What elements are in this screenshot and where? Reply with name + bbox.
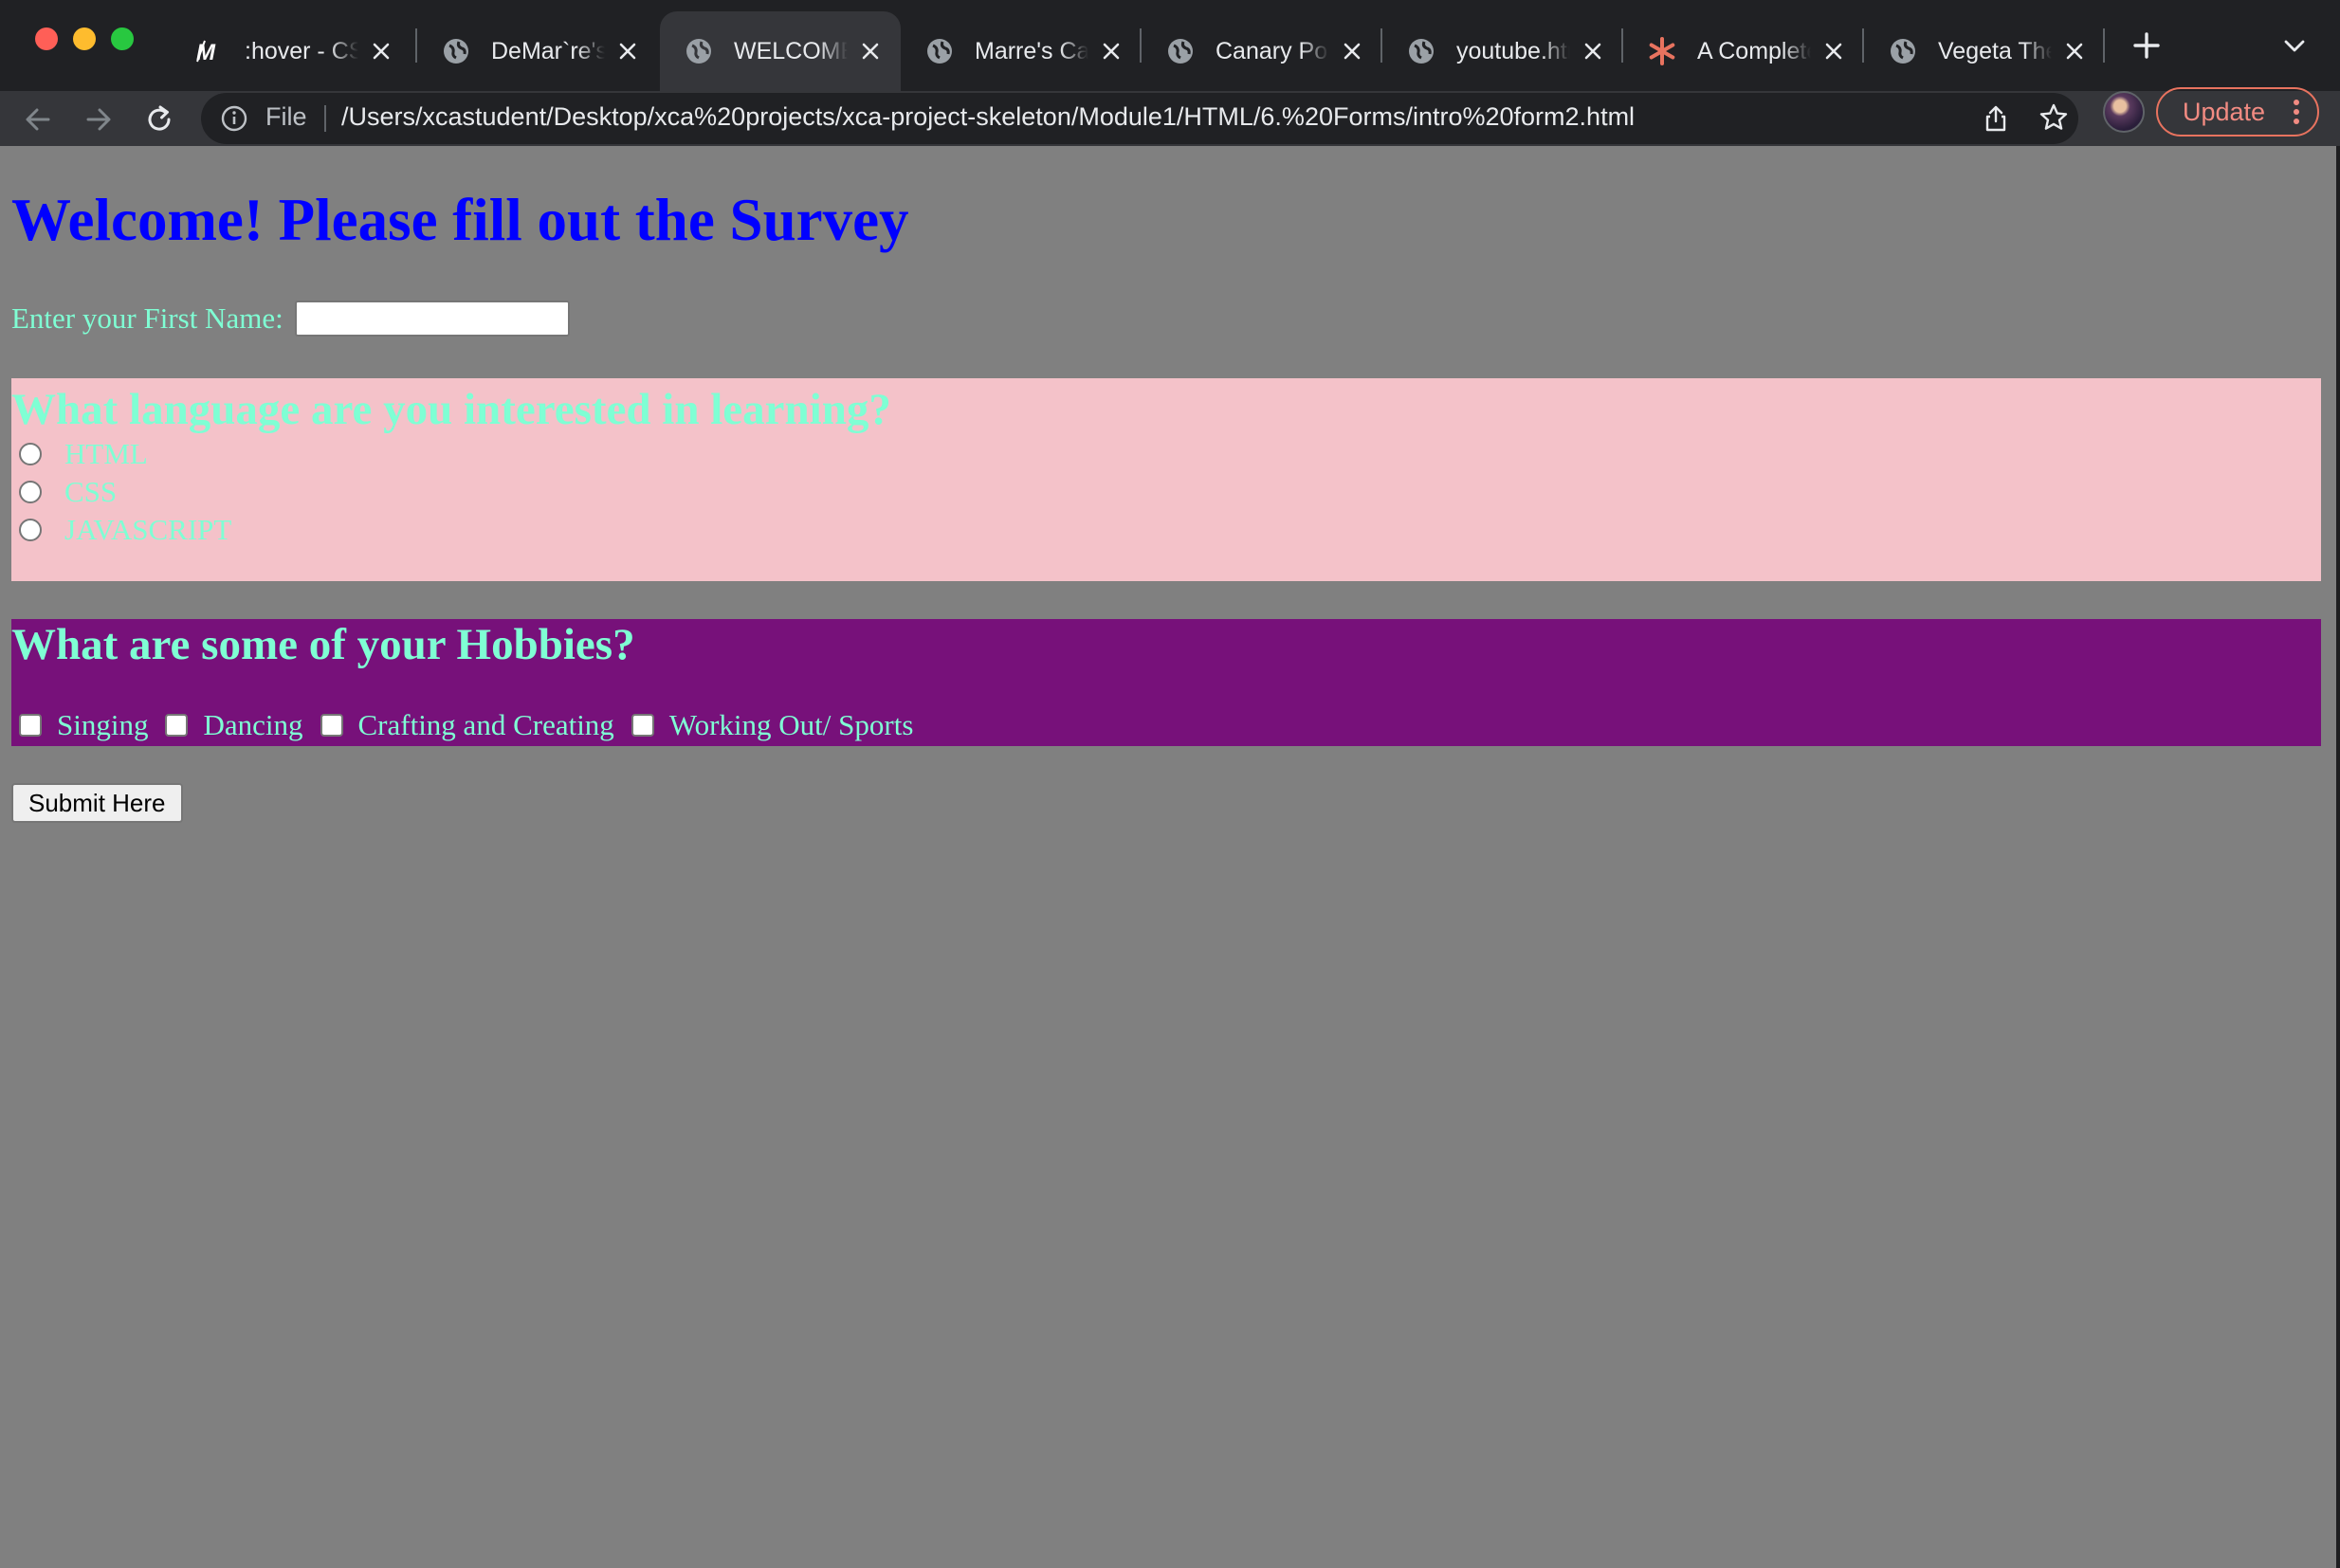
tab-strip: M :hover - CSS DeMar`re's Page WELCOME M…	[0, 0, 2340, 91]
page-title: Welcome! Please fill out the Survey	[11, 187, 909, 253]
new-tab-button[interactable]	[2128, 27, 2166, 64]
address-bar[interactable]: File /Users/xcastudent/Desktop/xca%20pro…	[201, 93, 2078, 144]
svg-text:M: M	[196, 40, 216, 65]
browser-toolbar: File /Users/xcastudent/Desktop/xca%20pro…	[0, 91, 2340, 146]
tab-vegeta[interactable]: Vegeta The Prince	[1864, 11, 2105, 91]
language-heading: What language are you interested in lear…	[11, 385, 891, 434]
tab-separator	[2103, 28, 2105, 63]
close-tab-icon[interactable]	[368, 38, 394, 64]
radio-label: JAVASCRIPT	[64, 513, 232, 546]
profile-avatar[interactable]	[2103, 91, 2145, 133]
close-tab-icon[interactable]	[1580, 38, 1606, 64]
page-viewport: Welcome! Please fill out the Survey Ente…	[0, 146, 2336, 1568]
minimize-window-button[interactable]	[73, 27, 96, 50]
hobbies-heading: What are some of your Hobbies?	[11, 620, 635, 669]
update-label: Update	[2183, 97, 2266, 126]
close-tab-icon[interactable]	[2061, 38, 2088, 64]
close-tab-icon[interactable]	[857, 38, 884, 64]
divider	[324, 105, 326, 132]
first-name-input[interactable]	[294, 301, 570, 337]
globe-icon	[442, 37, 470, 65]
close-tab-icon[interactable]	[1339, 38, 1365, 64]
tab-marres-cafe[interactable]: Marre's Cafe	[901, 11, 1142, 91]
submit-button[interactable]: Submit Here	[11, 783, 183, 823]
file-scheme-label: File	[265, 102, 307, 131]
checkbox-working-out[interactable]	[631, 714, 654, 737]
reload-button[interactable]	[140, 100, 178, 138]
plus-icon	[2133, 32, 2160, 59]
arrow-right-icon	[86, 108, 111, 131]
tab-title: Vegeta The Prince	[1938, 37, 2052, 64]
mdn-logo-icon: M	[195, 37, 224, 65]
kebab-menu-icon[interactable]	[2293, 99, 2300, 125]
tab-complete-guide[interactable]: A Complete Guide	[1623, 11, 1864, 91]
bookmark-star-icon[interactable]	[2038, 102, 2069, 133]
chevron-down-icon	[2284, 40, 2305, 52]
first-name-label: Enter your First Name:	[11, 301, 283, 335]
tab-title: WELCOME	[734, 37, 848, 64]
checkbox-label: Working Out/ Sports	[668, 708, 914, 741]
tab-title: DeMar`re's Page	[491, 37, 605, 64]
tab-title: Marre's Cafe	[975, 37, 1088, 64]
first-name-row: Enter your First Name:	[11, 298, 570, 339]
tab-demarre[interactable]: DeMar`re's Page	[417, 11, 658, 91]
maximize-window-button[interactable]	[111, 27, 134, 50]
hobbies-section: What are some of your Hobbies? Singing D…	[11, 619, 2321, 746]
update-button[interactable]: Update	[2156, 87, 2319, 137]
globe-icon	[1166, 37, 1195, 65]
hobbies-checkbox-row: Singing Dancing Crafting and Creating Wo…	[19, 706, 930, 744]
tab-youtube[interactable]: youtube.html	[1382, 11, 1623, 91]
language-section: What language are you interested in lear…	[11, 378, 2321, 581]
tab-title: :hover - CSS	[245, 37, 358, 64]
globe-icon	[925, 37, 954, 65]
checkbox-label: Singing	[57, 708, 149, 741]
reload-icon	[148, 105, 171, 131]
arrow-left-icon	[26, 108, 50, 131]
radio-button[interactable]	[19, 443, 42, 465]
globe-icon	[1889, 37, 1917, 65]
checkbox-label: Crafting and Creating	[357, 708, 614, 741]
close-tab-icon[interactable]	[614, 38, 641, 64]
globe-icon	[1407, 37, 1435, 65]
radio-button[interactable]	[19, 519, 42, 541]
radio-label: HTML	[64, 437, 148, 470]
tab-welcome[interactable]: WELCOME	[660, 11, 901, 91]
tab-title: Canary Portfolio	[1216, 37, 1329, 64]
checkbox-label: Dancing	[203, 708, 303, 741]
checkbox-dancing[interactable]	[165, 714, 189, 737]
radio-option-html[interactable]: HTML	[19, 437, 148, 471]
share-icon[interactable]	[1982, 104, 2010, 133]
radio-option-css[interactable]: CSS	[19, 475, 117, 509]
tab-title: youtube.html	[1456, 37, 1570, 64]
radio-option-javascript[interactable]: JAVASCRIPT	[19, 513, 231, 547]
checkbox-singing[interactable]	[19, 714, 42, 737]
tab-title: A Complete Guide	[1697, 37, 1811, 64]
forward-button[interactable]	[80, 100, 118, 138]
tab-search-button[interactable]	[2277, 28, 2312, 63]
info-icon[interactable]	[220, 104, 248, 133]
radio-label: CSS	[64, 475, 118, 508]
tab-hover-css[interactable]: M :hover - CSS	[171, 11, 411, 91]
checkbox-crafting[interactable]	[320, 714, 343, 737]
globe-icon	[685, 37, 713, 65]
close-tab-icon[interactable]	[1098, 38, 1124, 64]
close-window-button[interactable]	[35, 27, 58, 50]
close-tab-icon[interactable]	[1820, 38, 1847, 64]
url-text[interactable]: /Users/xcastudent/Desktop/xca%20projects…	[341, 102, 1635, 132]
back-button[interactable]	[19, 100, 57, 138]
radio-button[interactable]	[19, 481, 42, 503]
asterisk-icon	[1648, 37, 1676, 65]
tab-canary[interactable]: Canary Portfolio	[1142, 11, 1382, 91]
